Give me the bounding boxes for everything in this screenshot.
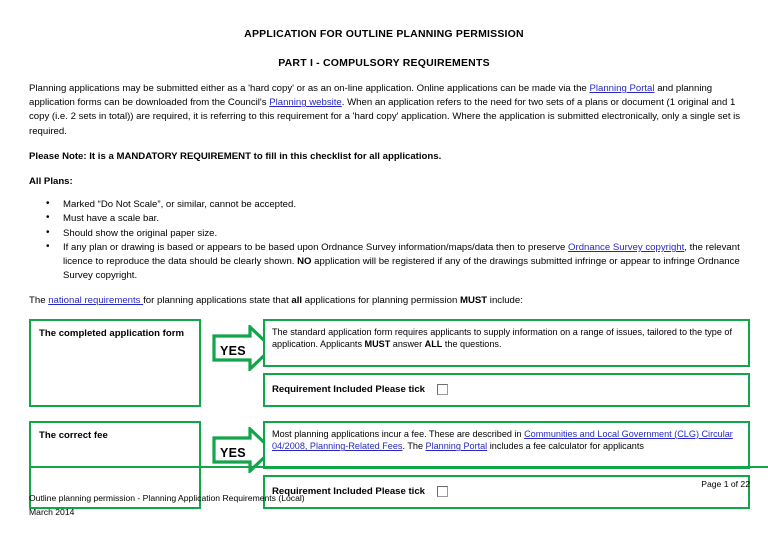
requirement-description-box: The standard application form requires a… — [263, 318, 750, 367]
desc-text-c: the questions. — [442, 339, 502, 350]
bullet4-text-a: If any plan or drawing is based or appea… — [63, 241, 569, 253]
requirement-tick-box: Requirement Included Please tick — [263, 372, 750, 407]
list-item: Marked “Do Not Scale”, or similar, canno… — [46, 197, 750, 212]
mandatory-note: Please Note: It is a MANDATORY REQUIREME… — [29, 150, 750, 164]
bullet4-text-bold: NO — [297, 256, 312, 268]
page-footer: Page 1 of 22 Outline planning permission… — [29, 478, 750, 518]
yes-label: YES — [220, 445, 246, 460]
requirement-title: The completed application form — [39, 327, 184, 339]
desc-bold-all: ALL — [424, 339, 443, 350]
page-title: APPLICATION FOR OUTLINE PLANNING PERMISS… — [244, 28, 524, 40]
requirement-description: The standard application form requires a… — [272, 326, 741, 351]
requirement-description: Most planning applications incur a fee. … — [272, 428, 741, 453]
planning-portal-link[interactable]: Planning Portal — [426, 441, 488, 451]
note-text-b: to fill in this checklist for all applic… — [250, 150, 442, 162]
planning-website-link[interactable]: Planning website — [269, 97, 342, 108]
ordnance-survey-copyright-link[interactable]: Ordnance Survey copyright — [568, 242, 684, 253]
natreq-text-d: include: — [487, 295, 523, 307]
requirement-detail-column: The standard application form requires a… — [263, 318, 750, 407]
page-subtitle: PART I - COMPULSORY REQUIREMENTS — [278, 57, 490, 69]
intro-text-a: Planning applications may be submitted e… — [29, 83, 590, 94]
desc-bold-must: MUST — [364, 339, 391, 350]
all-plans-list: Marked “Do Not Scale”, or similar, canno… — [29, 197, 750, 284]
desc-text-b: answer — [390, 339, 425, 350]
planning-portal-link[interactable]: Planning Portal — [589, 83, 654, 94]
footer-line-1: Outline planning permission - Planning A… — [29, 493, 305, 503]
page-number: Page 1 of 22 — [701, 479, 750, 489]
note-text-bold: MANDATORY REQUIREMENT — [116, 150, 251, 162]
document-page: APPLICATION FOR OUTLINE PLANNING PERMISS… — [0, 0, 768, 543]
natreq-bold-must: MUST — [459, 295, 488, 307]
list-item: Should show the original paper size. — [46, 226, 750, 241]
desc-text-c: includes a fee calculator for applicants — [487, 441, 644, 452]
desc-text-a: The standard application form requires a… — [272, 326, 733, 350]
requirement-description-box: Most planning applications incur a fee. … — [263, 420, 750, 469]
note-text-a: Please Note: It is a — [29, 150, 117, 162]
national-requirements-link[interactable]: national requirements — [48, 295, 143, 306]
desc-text-b: . The — [402, 441, 426, 452]
tick-label: Requirement Included Please tick — [272, 384, 426, 396]
natreq-text-c: applications for planning permission — [302, 295, 460, 307]
requirement-checkbox[interactable] — [437, 384, 449, 396]
national-requirements-paragraph: The national requirements for planning a… — [29, 294, 750, 308]
list-item: If any plan or drawing is based or appea… — [46, 240, 750, 284]
document-body: Planning applications may be submitted e… — [0, 82, 768, 513]
natreq-text-a: The — [29, 295, 49, 307]
desc-text-a: Most planning applications incur a fee. … — [272, 428, 525, 439]
intro-paragraph: Planning applications may be submitted e… — [29, 82, 750, 139]
all-plans-heading: All Plans: — [29, 176, 73, 188]
requirement-block-application-form: The completed application form YES The s… — [29, 318, 750, 411]
yes-label: YES — [220, 343, 246, 358]
footer-divider — [29, 466, 768, 468]
natreq-text-b: for planning applications state that — [143, 295, 292, 307]
footer-line-2: March 2014 — [29, 507, 75, 517]
natreq-bold-all: all — [291, 295, 303, 307]
requirement-title: The correct fee — [39, 429, 108, 441]
requirement-title-box: The completed application form — [29, 318, 201, 407]
list-item: Must have a scale bar. — [46, 211, 750, 226]
